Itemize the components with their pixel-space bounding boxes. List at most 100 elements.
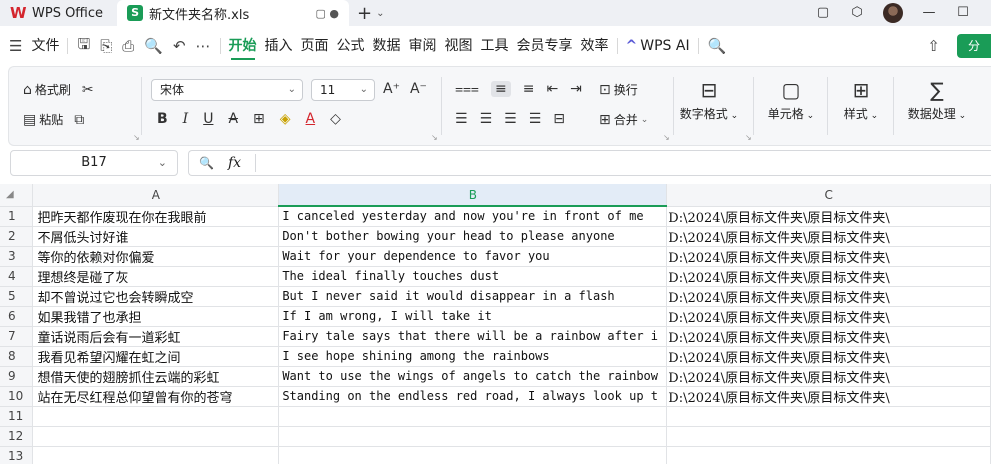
row-header[interactable]: 5 [0,286,34,307]
cell-b[interactable]: If I am wrong, I will take it [278,306,668,327]
cell-a[interactable]: 童话说雨后会有一道彩虹 [32,326,280,347]
font-name-select[interactable]: 宋体 ⌄ [151,79,303,101]
cell-a[interactable]: 如果我错了也承担 [32,306,280,327]
strikethrough-icon[interactable]: A [228,111,238,127]
tab-member[interactable]: 会员专享 [513,26,577,66]
print-icon[interactable]: ⎙ [117,37,139,55]
grow-font-icon[interactable]: A⁺ [383,81,400,97]
copy-icon[interactable]: ⎘ [95,37,117,55]
tab-data[interactable]: 数据 [369,26,405,66]
cell-a[interactable]: 把昨天都作废现在你在我眼前 [32,206,280,227]
border-icon[interactable]: ⊞ [253,111,265,127]
clear-format-icon[interactable]: ◇ [330,111,341,127]
menu-file[interactable]: 文件 [27,26,63,66]
more-icon[interactable]: ⋯ [191,37,216,55]
align-bottom-icon[interactable]: ≡ [523,81,535,97]
style-button[interactable]: ⊞ 样式 ⌄ [831,75,891,122]
cell-b[interactable]: I see hope shining among the rainbows [278,346,668,367]
cell-b[interactable]: The ideal finally touches dust [278,266,668,287]
font-color-icon[interactable]: A [306,111,316,127]
row-header[interactable]: 11 [0,406,34,427]
minimize-icon[interactable]: — [921,5,937,21]
cell-a[interactable]: 站在无尽红程总仰望曾有你的苍穹 [32,386,280,407]
justify-icon[interactable]: ☰ [529,111,542,127]
cell-c[interactable]: D:\2024\原目标文件夹\原目标文件夹\ [666,246,991,267]
underline-icon[interactable]: U [203,111,213,127]
row-header[interactable]: 7 [0,326,34,347]
decrease-indent-icon[interactable]: ⇤ [546,81,558,97]
cell-a[interactable]: 等你的依赖对你偏爱 [32,246,280,267]
row-header[interactable]: 2 [0,226,34,247]
select-all-corner[interactable]: ◢ [0,184,34,207]
number-format-button[interactable]: ⊟ 数字格式 ⌄ [679,75,739,122]
maximize-icon[interactable]: ☐ [955,5,971,21]
print-preview-icon[interactable]: 🔍 [139,37,168,55]
cell-b[interactable]: Wait for your dependence to favor you [278,246,668,267]
cell-c[interactable]: D:\2024\原目标文件夹\原目标文件夹\ [666,206,991,227]
avatar[interactable] [883,3,903,23]
tab-tools[interactable]: 工具 [477,26,513,66]
cell-c[interactable]: D:\2024\原目标文件夹\原目标文件夹\ [666,326,991,347]
hamburger-icon[interactable]: ☰ [4,37,27,55]
cell-a[interactable]: 想借天使的翅膀抓住云端的彩虹 [32,366,280,387]
cell-c[interactable]: D:\2024\原目标文件夹\原目标文件夹\ [666,306,991,327]
cell-c[interactable] [666,426,991,447]
cell-b[interactable]: Fairy tale says that there will be a rai… [278,326,668,347]
save-icon[interactable]: 🖫 [72,34,95,59]
row-header[interactable]: 4 [0,266,34,287]
tab-controls-icon[interactable]: ▢ ● [316,7,340,20]
align-right-icon[interactable]: ☰ [504,111,517,127]
cell-c[interactable]: D:\2024\原目标文件夹\原目标文件夹\ [666,226,991,247]
cell-c[interactable] [666,406,991,427]
shrink-font-icon[interactable]: A⁻ [410,81,427,97]
settings-cube-icon[interactable]: ⬡ [849,5,865,21]
row-header[interactable]: 10 [0,386,34,407]
cell-b[interactable] [278,426,668,447]
column-header-c[interactable]: C [666,184,991,207]
tab-home[interactable]: 开始 [225,26,261,66]
tab-formula[interactable]: 公式 [333,26,369,66]
search-icon[interactable]: 🔍 [703,37,732,55]
row-header[interactable]: 3 [0,246,34,267]
row-header[interactable]: 13 [0,446,34,464]
cell-a[interactable] [32,426,280,447]
cell-c[interactable]: D:\2024\原目标文件夹\原目标文件夹\ [666,386,991,407]
row-header[interactable]: 6 [0,306,34,327]
restore-window-icon[interactable]: ▢ [815,5,831,21]
app-home-tab[interactable]: W WPS Office [0,0,113,26]
cell-button[interactable]: ▢ 单元格 ⌄ [761,75,821,122]
cell-b[interactable]: Want to use the wings of angels to catch… [278,366,668,387]
cell-a[interactable]: 我看见希望闪耀在虹之间 [32,346,280,367]
cell-a[interactable]: 却不曾说过它也会转瞬成空 [32,286,280,307]
zoom-icon[interactable]: 🔍 [199,156,214,170]
cell-b[interactable]: Don't bother bowing your head to please … [278,226,668,247]
row-header[interactable]: 9 [0,366,34,387]
tab-page[interactable]: 页面 [297,26,333,66]
fill-color-icon[interactable]: ◈ [280,111,291,127]
document-tab[interactable]: S 新文件夹名称.xls ▢ ● [117,0,350,26]
name-box[interactable]: B17 ⌄ [10,150,178,176]
increase-indent-icon[interactable]: ⇥ [570,81,582,97]
row-header[interactable]: 1 [0,206,34,227]
cell-b[interactable] [278,406,668,427]
column-header-a[interactable]: A [32,184,280,207]
cut-icon[interactable]: ✂ [82,82,94,98]
align-center-icon[interactable]: ☰ [480,111,493,127]
column-header-b[interactable]: B [278,184,668,207]
cell-c[interactable]: D:\2024\原目标文件夹\原目标文件夹\ [666,286,991,307]
cell-b[interactable] [278,446,668,464]
data-processing-button[interactable]: ∑ 数据处理 ⌄ [901,75,973,122]
tab-review[interactable]: 审阅 [405,26,441,66]
cell-b[interactable]: Standing on the endless red road, I alwa… [278,386,668,407]
tab-insert[interactable]: 插入 [261,26,297,66]
distributed-icon[interactable]: ⊟ [553,111,565,127]
cell-a[interactable]: 理想终是碰了灰 [32,266,280,287]
formula-input[interactable]: 🔍 fx [188,150,991,176]
cell-a[interactable]: 不屑低头讨好谁 [32,226,280,247]
share-button[interactable]: 分 [957,34,991,58]
cloud-upload-icon[interactable]: ⇧ [922,37,945,55]
cell-a[interactable] [32,446,280,464]
row-header[interactable]: 12 [0,426,34,447]
cell-c[interactable]: D:\2024\原目标文件夹\原目标文件夹\ [666,266,991,287]
chevron-down-icon[interactable]: ⌄ [376,8,384,19]
